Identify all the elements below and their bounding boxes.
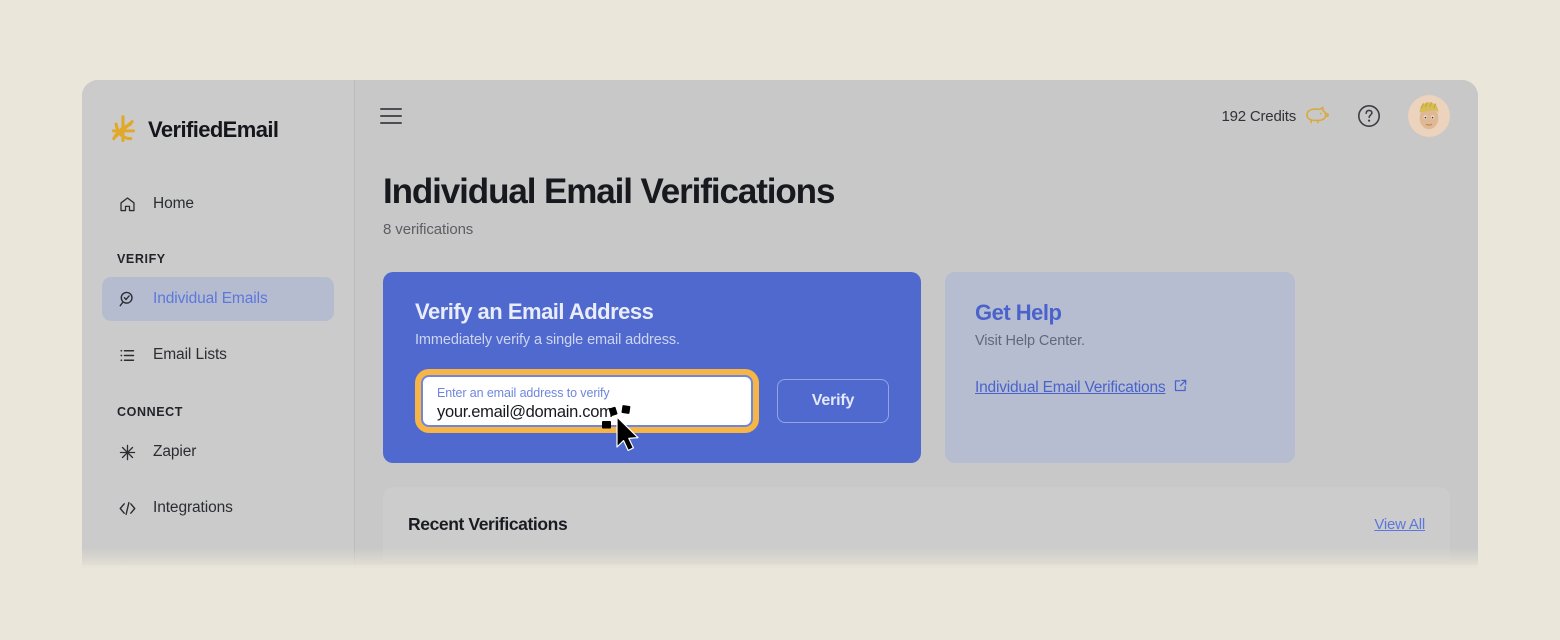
verify-button[interactable]: Verify (777, 378, 889, 423)
get-help-card: Get Help Visit Help Center. Individual E… (945, 271, 1295, 463)
sidebar-item-zapier[interactable]: Zapier (102, 430, 334, 474)
sidebar-section-verify: VERIFY (117, 252, 166, 266)
topbar-actions: 192 Credits (1221, 95, 1450, 137)
topbar: 192 Credits (355, 80, 1478, 152)
email-input[interactable]: Enter an email address to verify your.em… (421, 374, 753, 427)
verify-card-subtitle: Immediately verify a single email addres… (415, 331, 680, 348)
sidebar-item-email-lists[interactable]: Email Lists (102, 333, 334, 377)
starburst-icon (106, 113, 139, 146)
brand-name: VerifiedEmail (148, 116, 279, 142)
screen: VerifiedEmail Home VERIFY Individual Ema… (0, 0, 1560, 640)
help-card-title: Get Help (975, 299, 1062, 325)
main-content: 192 Credits Individual Email Verificatio… (355, 80, 1478, 565)
view-all-link[interactable]: View All (1374, 516, 1425, 533)
asterisk-icon (117, 442, 137, 462)
code-icon (117, 498, 137, 518)
verify-email-card: Verify an Email Address Immediately veri… (383, 271, 921, 463)
email-input-highlight: Enter an email address to verify your.em… (415, 368, 759, 433)
verify-form: Enter an email address to verify your.em… (415, 368, 889, 433)
email-input-label: Enter an email address to verify (437, 385, 610, 400)
brand-logo[interactable]: VerifiedEmail (82, 80, 354, 152)
app-window: VerifiedEmail Home VERIFY Individual Ema… (82, 80, 1478, 565)
sidebar-item-individual-emails[interactable]: Individual Emails (102, 277, 334, 321)
recent-verifications-title: Recent Verifications (408, 513, 568, 534)
external-link-icon (1173, 378, 1188, 398)
sidebar: VerifiedEmail Home VERIFY Individual Ema… (82, 80, 355, 565)
page-subtitle: 8 verifications (383, 220, 474, 238)
recent-verifications-header: Recent Verifications View All (383, 486, 1450, 563)
sidebar-section-connect: CONNECT (117, 405, 184, 419)
search-check-icon (117, 289, 137, 309)
credits-label: 192 Credits (1221, 107, 1296, 125)
page-heading: Individual Email Verifications 8 verific… (355, 152, 1478, 238)
hamburger-icon[interactable] (380, 103, 406, 129)
help-card-subtitle: Visit Help Center. (975, 332, 1085, 349)
credits-indicator[interactable]: 192 Credits (1221, 104, 1330, 129)
avatar[interactable] (1408, 95, 1450, 137)
page-title: Individual Email Verifications (383, 172, 835, 211)
sidebar-item-label: Email Lists (153, 346, 227, 363)
verify-card-title: Verify an Email Address (415, 298, 654, 324)
sidebar-item-label: Zapier (153, 443, 197, 460)
sidebar-nav: Home VERIFY Individual Emails Email List… (82, 152, 354, 530)
help-link-label: Individual Email Verifications (975, 378, 1166, 396)
list-icon (117, 345, 137, 365)
cards-row: Verify an Email Address Immediately veri… (355, 238, 1478, 463)
sidebar-item-label: Home (153, 195, 194, 212)
sidebar-item-home[interactable]: Home (102, 182, 334, 226)
question-circle-icon[interactable] (1356, 103, 1382, 129)
sidebar-item-integrations[interactable]: Integrations (102, 486, 334, 530)
sidebar-item-label: Integrations (153, 499, 233, 516)
home-icon (117, 194, 137, 214)
sidebar-item-label: Individual Emails (153, 290, 268, 307)
piggy-bank-icon (1305, 104, 1330, 129)
email-input-value: your.email@domain.com (437, 402, 613, 421)
help-center-link[interactable]: Individual Email Verifications (975, 378, 1188, 398)
